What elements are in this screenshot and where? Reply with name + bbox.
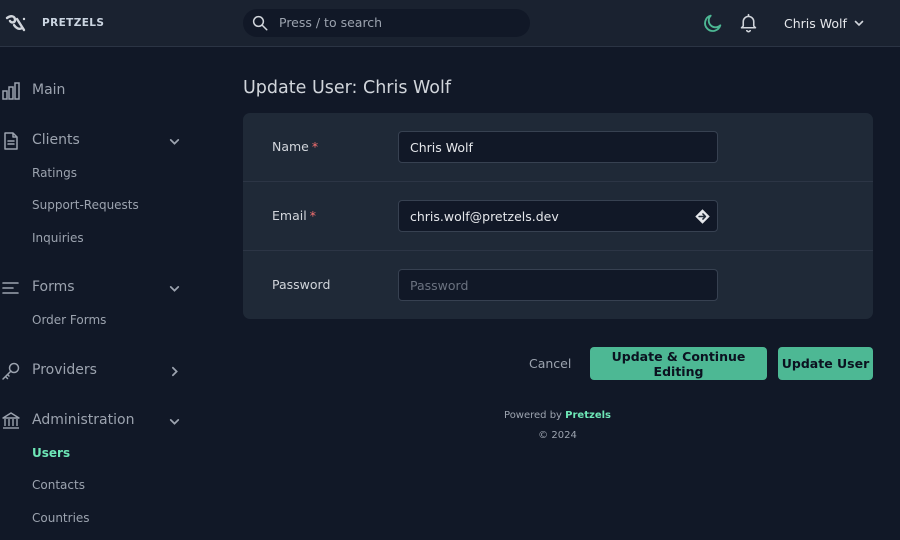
pretzels-logo-icon[interactable] — [4, 12, 28, 36]
password-input[interactable] — [398, 269, 718, 301]
key-icon — [2, 362, 20, 380]
search-bar[interactable]: Press / to search — [243, 9, 530, 37]
sidebar-item-contacts[interactable]: Contacts — [32, 478, 85, 492]
chevron-right-icon — [172, 366, 178, 377]
footer-powered-by: Powered by Pretzels — [0, 410, 900, 421]
page-title: Update User: Chris Wolf — [243, 78, 452, 98]
search-icon — [252, 15, 268, 31]
required-mark: * — [309, 208, 316, 223]
required-mark: * — [311, 139, 319, 154]
password-label: Password — [272, 277, 331, 292]
cancel-button[interactable]: Cancel — [529, 356, 571, 371]
sidebar-group-label: Main — [32, 82, 66, 98]
bell-icon[interactable] — [738, 12, 759, 33]
name-row: Name * — [243, 113, 873, 182]
name-label: Name * — [272, 139, 319, 154]
moon-icon[interactable] — [702, 12, 724, 34]
sidebar-item-countries[interactable]: Countries — [32, 511, 90, 525]
user-name: Chris Wolf — [784, 15, 847, 31]
chevron-down-icon — [169, 139, 180, 145]
sidebar: Main Clients Ratings Support-Requests In… — [0, 48, 215, 540]
sidebar-group-label: Forms — [32, 279, 75, 295]
name-input[interactable] — [398, 131, 718, 163]
search-placeholder: Press / to search — [279, 15, 383, 30]
document-icon — [4, 132, 18, 150]
sidebar-group-label: Clients — [32, 132, 80, 148]
footer-brand-link[interactable]: Pretzels — [565, 410, 611, 421]
user-form-card: Name* Email* Password — [243, 113, 873, 319]
top-bar: PRETZELS Press / to search Chris Wolf — [0, 0, 900, 47]
sidebar-item-support-requests[interactable]: Support-Requests — [32, 198, 139, 212]
sidebar-item-order-forms[interactable]: Order Forms — [32, 313, 106, 327]
email-row: Email * — [243, 181, 873, 250]
brand-name: PRETZELS — [42, 17, 105, 29]
email-label: Email * — [272, 208, 316, 223]
chevron-down-icon — [854, 20, 864, 27]
powered-by-text: Powered by — [504, 410, 562, 421]
sidebar-item-inquiries[interactable]: Inquiries — [32, 231, 84, 245]
user-menu[interactable]: Chris Wolf — [784, 14, 865, 32]
password-row: Password — [243, 250, 873, 319]
align-left-icon — [2, 282, 19, 294]
sidebar-item-ratings[interactable]: Ratings — [32, 166, 77, 180]
sidebar-group-clients[interactable]: Clients — [0, 128, 190, 154]
update-continue-button[interactable]: Update & Continue Editing — [590, 347, 767, 380]
sidebar-group-forms[interactable]: Forms — [0, 275, 190, 301]
sidebar-item-users[interactable]: Users — [32, 446, 70, 460]
email-input[interactable] — [398, 200, 718, 232]
autofill-icon[interactable] — [694, 208, 711, 225]
bar-chart-icon — [2, 82, 20, 100]
sidebar-group-main[interactable]: Main — [0, 78, 190, 104]
sidebar-group-label: Providers — [32, 362, 97, 378]
chevron-down-icon — [169, 286, 180, 292]
sidebar-group-providers[interactable]: Providers — [0, 358, 190, 384]
update-user-button[interactable]: Update User — [778, 347, 873, 380]
footer-copyright: © 2024 — [538, 430, 577, 441]
